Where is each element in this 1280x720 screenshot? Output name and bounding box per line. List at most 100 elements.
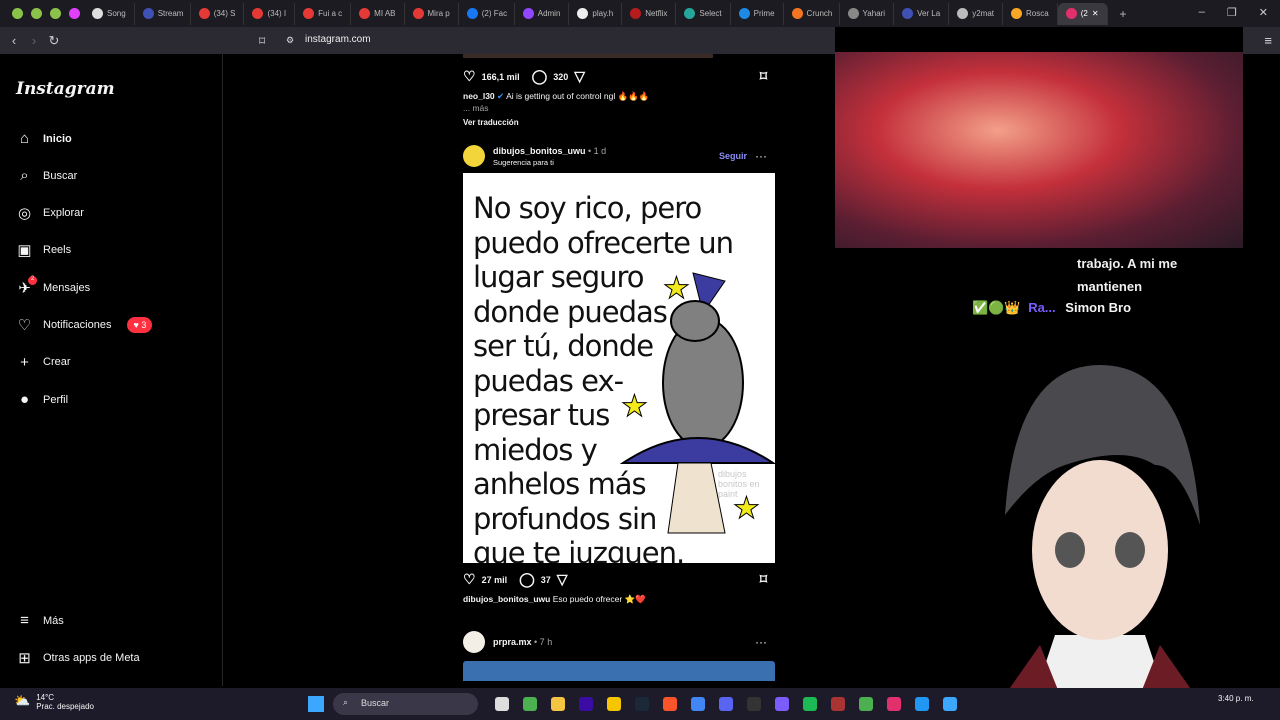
stream-video-overlay: [835, 52, 1243, 248]
menu-icon[interactable]: ≡: [1264, 33, 1272, 48]
favicon-icon: [12, 8, 23, 19]
comment-icon[interactable]: ◯: [532, 68, 548, 85]
browser-tab[interactable]: (34) S: [191, 2, 245, 25]
feed: ♡ 166,1 mil ◯ 320 ▽ ⌑ neo_l30 ✔ Ai is gett…: [463, 54, 775, 681]
browser-tab[interactable]: Rosca: [1003, 2, 1058, 25]
browser-tab[interactable]: Fui a c: [295, 2, 352, 25]
like-icon[interactable]: ♡: [463, 571, 476, 588]
share-icon[interactable]: ▽: [557, 571, 568, 588]
share-icon[interactable]: ▽: [574, 68, 585, 85]
avatar[interactable]: [463, 145, 485, 167]
sidebar-item-explore[interactable]: ◎ Explorar: [16, 205, 84, 222]
sidebar-item-messages[interactable]: ✈ 2 Mensajes: [16, 276, 90, 297]
username-link[interactable]: dibujos_bonitos_uwu: [463, 594, 550, 604]
browser-tab[interactable]: Song: [84, 2, 135, 25]
browser-tab[interactable]: Stream: [135, 2, 191, 25]
taskbar-app-icon[interactable]: [943, 697, 957, 711]
bookmark-icon[interactable]: ⌑: [259, 34, 265, 48]
browser-tab[interactable]: Prime: [731, 2, 784, 25]
browser-tab[interactable]: play.h: [569, 2, 623, 25]
sidebar-item-more[interactable]: ≡ Más: [16, 612, 64, 629]
browser-tab[interactable]: Crunch: [784, 2, 840, 25]
messages-icon: ✈ 2: [16, 276, 37, 297]
sidebar-item-notifications[interactable]: ♡ Notificaciones ♥ 3: [16, 317, 153, 334]
sidebar-item-meta[interactable]: ⊞ Otras apps de Meta: [16, 649, 139, 667]
post-image[interactable]: No soy rico, pero puedo ofrecerte un lugar…: [463, 173, 775, 563]
sidebar-item-reels[interactable]: ▣ Reels: [16, 242, 71, 259]
post-actions: ♡ 27 mil ◯ 37 ▽ ⌑: [463, 571, 767, 588]
browser-tab[interactable]: (2) Fac: [459, 2, 515, 25]
taskbar-app-icon[interactable]: [719, 697, 733, 711]
browser-tab[interactable]: MI AB: [351, 2, 405, 25]
taskbar-app-icon[interactable]: [523, 697, 537, 711]
favicon-icon: [957, 8, 969, 19]
taskbar-app-icon[interactable]: [831, 697, 845, 711]
taskbar-app-icon[interactable]: [663, 697, 677, 711]
browser-tab[interactable]: y2mat: [949, 2, 1004, 25]
taskbar-app-icon[interactable]: [551, 697, 565, 711]
new-tab-button[interactable]: +: [1120, 7, 1127, 21]
taskbar-search[interactable]: ⌕ Buscar: [333, 693, 478, 715]
username-link[interactable]: prpra.mx: [493, 637, 532, 647]
maximize-button[interactable]: ❐: [1227, 6, 1237, 19]
sidebar-item-create[interactable]: + Crear: [16, 354, 70, 371]
clock[interactable]: 3:40 p. m.: [1218, 694, 1254, 703]
minimize-button[interactable]: –: [1199, 6, 1205, 19]
sidebar-item-profile[interactable]: ● Perfil: [16, 391, 68, 408]
browser-tab[interactable]: (34) I: [244, 2, 296, 25]
save-icon[interactable]: ⌑: [760, 68, 767, 85]
weather-widget[interactable]: ⛅ 14°C Prac. despejado: [14, 693, 94, 711]
taskbar-app-icon[interactable]: [775, 697, 789, 711]
more-options-icon[interactable]: ···: [755, 635, 767, 649]
taskbar-app-icon[interactable]: [635, 697, 649, 711]
taskbar-app-icon[interactable]: [691, 697, 705, 711]
browser-tab[interactable]: Select: [676, 2, 731, 25]
browser-tab[interactable]: Yahari: [840, 2, 895, 25]
address-bar[interactable]: instagram.com: [305, 34, 371, 45]
like-icon[interactable]: ♡: [463, 68, 476, 85]
start-button[interactable]: [308, 696, 324, 712]
post-image[interactable]: [463, 661, 775, 681]
more-options-icon[interactable]: ···: [755, 149, 767, 163]
notification-badge: ♥ 3: [127, 317, 153, 333]
favicon-icon: [1065, 8, 1077, 19]
instagram-logo[interactable]: Instagram: [16, 79, 115, 99]
browser-tab[interactable]: Netflix: [622, 2, 677, 25]
taskbar-app-icon[interactable]: [495, 697, 509, 711]
browser-tab[interactable]: [27, 3, 46, 25]
close-button[interactable]: ✕: [1259, 6, 1268, 19]
browser-tab[interactable]: Mira p: [405, 2, 459, 25]
taskbar-app-icon[interactable]: [607, 697, 621, 711]
taskbar-app-icon[interactable]: [747, 697, 761, 711]
close-tab-icon[interactable]: ✕: [1092, 9, 1099, 18]
save-icon[interactable]: ⌑: [760, 571, 767, 588]
taskbar-app-icon[interactable]: [887, 697, 901, 711]
menu-icon: ≡: [20, 612, 29, 629]
browser-tab[interactable]: (2 ✕: [1057, 2, 1108, 25]
vtuber-avatar: [1005, 365, 1200, 695]
browser-tab[interactable]: [65, 3, 84, 25]
browser-tab[interactable]: Admin: [515, 2, 570, 25]
browser-tab[interactable]: Ver La: [894, 2, 950, 25]
sidebar-item-search[interactable]: ⌕ Buscar: [16, 167, 77, 184]
username-link[interactable]: neo_l30: [463, 91, 495, 101]
username-link[interactable]: dibujos_bonitos_uwu: [493, 146, 586, 156]
translate-link[interactable]: Ver traducción: [463, 118, 775, 127]
post-header: prpra.mx • 7 h ···: [463, 631, 775, 653]
browser-tab[interactable]: [8, 3, 27, 25]
avatar[interactable]: [463, 631, 485, 653]
browser-tab[interactable]: [46, 3, 65, 25]
taskbar-app-icon[interactable]: [859, 697, 873, 711]
site-settings-icon[interactable]: ⚙: [286, 35, 294, 46]
comment-icon[interactable]: ◯: [519, 571, 535, 588]
svg-text:★: ★: [621, 390, 648, 423]
back-button[interactable]: ‹: [4, 33, 24, 48]
forward-button[interactable]: ›: [24, 33, 44, 48]
reload-button[interactable]: ↻: [44, 33, 64, 49]
taskbar-app-icon[interactable]: [579, 697, 593, 711]
taskbar-app-icon[interactable]: [915, 697, 929, 711]
follow-button[interactable]: Seguir: [719, 151, 747, 161]
taskbar-app-icon[interactable]: [803, 697, 817, 711]
sidebar-item-home[interactable]: ⌂ Inicio: [16, 130, 72, 147]
more-link[interactable]: ... más: [463, 103, 775, 113]
